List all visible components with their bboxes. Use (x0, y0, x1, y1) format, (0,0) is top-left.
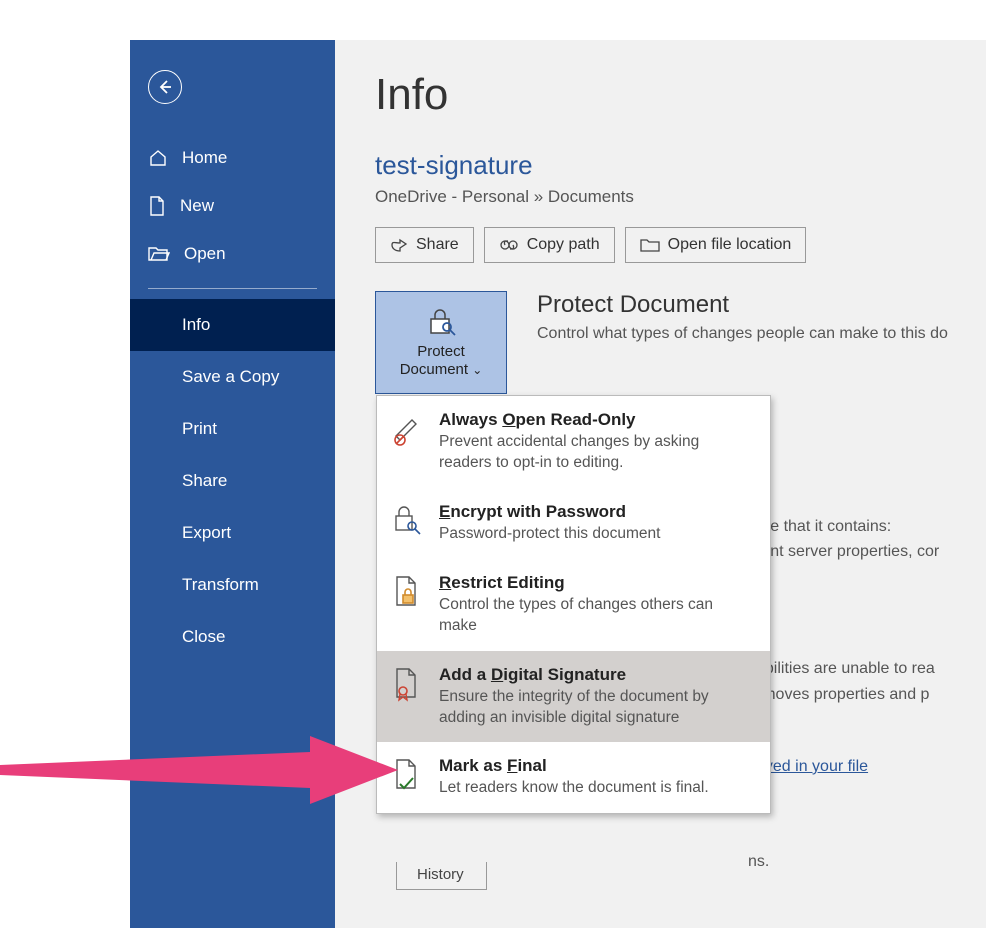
sidebar-item-transform[interactable]: Transform (130, 559, 335, 611)
folder-icon (640, 237, 660, 253)
menu-item-desc: Ensure the integrity of the document by … (439, 687, 754, 729)
section-heading: Protect Document (537, 291, 948, 319)
menu-item-mark-final[interactable]: Mark as Final Let readers know the docum… (377, 742, 770, 813)
sidebar-item-print[interactable]: Print (130, 403, 335, 455)
document-icon (148, 196, 166, 216)
page-title: Info (375, 70, 986, 120)
back-button[interactable] (148, 70, 182, 104)
arrow-left-icon (157, 79, 173, 95)
sidebar-label: Home (182, 148, 227, 168)
pencil-readonly-icon (392, 412, 422, 446)
menu-item-desc: Control the types of changes others can … (439, 595, 754, 637)
bg-text: ns. (748, 853, 769, 871)
history-button-fragment[interactable]: History (396, 862, 487, 890)
sidebar-label: Info (182, 315, 210, 335)
share-icon (390, 237, 408, 253)
open-file-location-button[interactable]: Open file location (625, 227, 807, 263)
bg-text: sabilities are unable to rea (748, 660, 935, 678)
menu-item-desc: Prevent accidental changes by asking rea… (439, 432, 754, 474)
menu-item-restrict[interactable]: Restrict Editing Control the types of ch… (377, 559, 770, 651)
sidebar-item-save-copy[interactable]: Save a Copy (130, 351, 335, 403)
button-label: Copy path (527, 236, 600, 254)
lock-encrypt-icon (392, 504, 422, 536)
menu-item-desc: Password-protect this document (439, 524, 754, 545)
sidebar-item-home[interactable]: Home (148, 134, 317, 182)
copy-path-button[interactable]: Copy path (484, 227, 615, 263)
sidebar-divider (148, 288, 317, 289)
button-label: Document (400, 361, 468, 378)
button-label: Open file location (668, 236, 792, 254)
bg-text: removes properties and p (748, 686, 929, 704)
info-pane: Info test-signature OneDrive - Personal … (335, 40, 986, 928)
menu-item-desc: Let readers know the document is final. (439, 778, 754, 799)
document-lock-icon (393, 575, 421, 609)
sidebar-item-info[interactable]: Info (130, 299, 335, 351)
document-check-icon (393, 758, 421, 794)
bg-text: ment server properties, cor (748, 543, 939, 561)
sidebar-label: Close (182, 627, 225, 647)
menu-item-encrypt[interactable]: Encrypt with Password Password-protect t… (377, 488, 770, 559)
home-icon (148, 148, 168, 168)
sidebar-item-export[interactable]: Export (130, 507, 335, 559)
link-icon (499, 238, 519, 252)
sidebar-label: Transform (182, 575, 259, 595)
file-actions-toolbar: Share Copy path Open file location (375, 227, 986, 263)
sidebar-item-close[interactable]: Close (130, 611, 335, 663)
lock-key-icon (425, 307, 457, 337)
backstage-sidebar: Home New Open Info Save a Copy Print Sha… (130, 40, 335, 928)
sidebar-label: Print (182, 419, 217, 439)
document-title: test-signature (375, 150, 986, 181)
sidebar-label: New (180, 196, 214, 216)
section-description: Control what types of changes people can… (537, 325, 948, 343)
sidebar-label: Save a Copy (182, 367, 279, 387)
folder-open-icon (148, 245, 170, 263)
menu-item-read-only[interactable]: Always Open Read-Only Prevent accidental… (377, 396, 770, 488)
sidebar-label: Open (184, 244, 226, 264)
protect-document-button[interactable]: Protect Document ⌄ Always Open Read-Only… (375, 291, 507, 394)
sidebar-label: Share (182, 471, 227, 491)
button-label: Share (416, 236, 459, 254)
document-ribbon-icon (393, 667, 421, 703)
sidebar-label: Export (182, 523, 231, 543)
sidebar-item-share[interactable]: Share (130, 455, 335, 507)
button-label: Protect (417, 343, 465, 360)
sidebar-item-open[interactable]: Open (148, 230, 317, 278)
chevron-down-icon: ⌄ (472, 363, 482, 377)
protect-document-menu: Always Open Read-Only Prevent accidental… (376, 395, 771, 814)
share-button[interactable]: Share (375, 227, 474, 263)
sidebar-item-new[interactable]: New (148, 182, 317, 230)
breadcrumb: OneDrive - Personal » Documents (375, 187, 986, 207)
menu-item-digital-signature[interactable]: Add a Digital Signature Ensure the integ… (377, 651, 770, 743)
